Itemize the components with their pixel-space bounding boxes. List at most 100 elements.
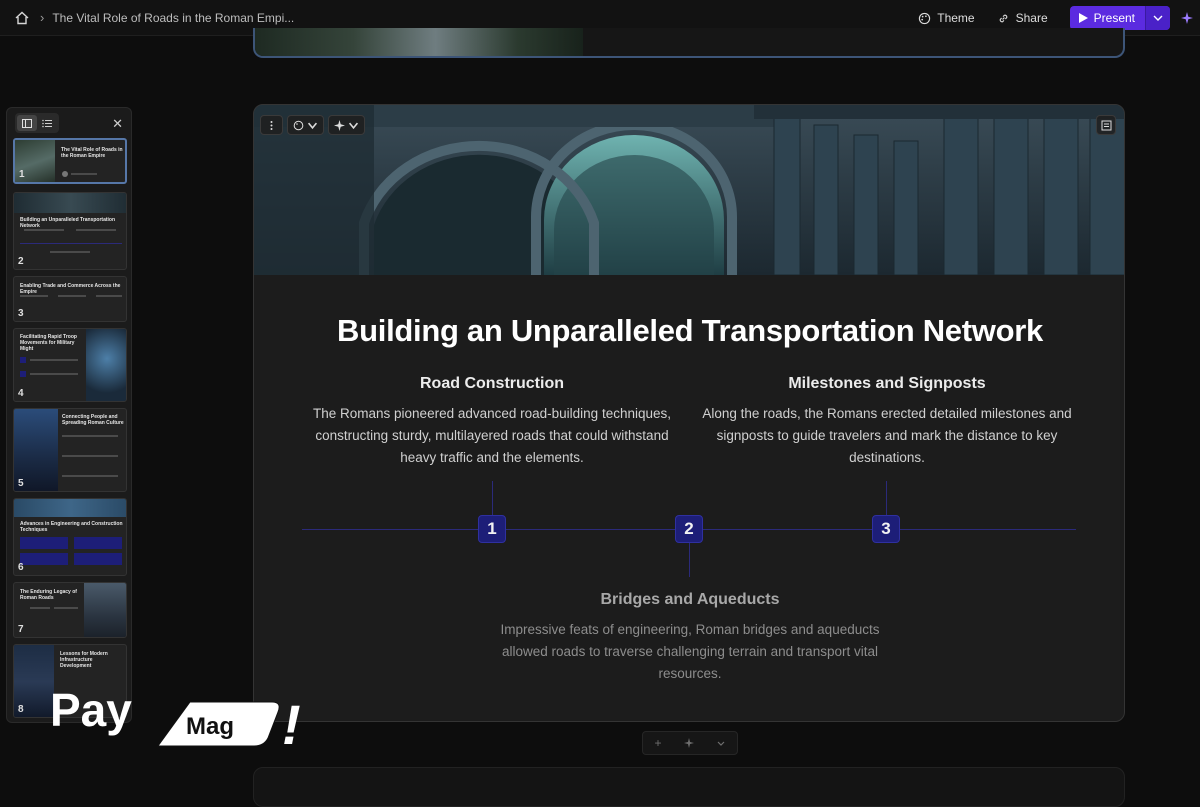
theme-label: Theme	[937, 11, 975, 25]
milestones-heading[interactable]: Milestones and Signposts	[697, 375, 1077, 393]
thumbnail-title: Advances in Engineering and Construction…	[20, 521, 123, 533]
timeline-node-2[interactable]: 2	[675, 515, 703, 543]
present-label: Present	[1093, 11, 1135, 25]
slide-hero-image	[254, 105, 1124, 275]
thumbnail-box	[20, 537, 68, 549]
thumbnail-text-line	[96, 295, 122, 297]
roman-arches-illustration	[254, 105, 1124, 275]
thumbnail-number: 2	[18, 256, 24, 267]
thumbnail-text-line	[62, 475, 118, 477]
thumbnail-number: 8	[18, 704, 24, 715]
logo-exclamation: !	[282, 693, 301, 752]
paymag-logo: Pay Mag !	[50, 684, 301, 756]
present-options-button[interactable]	[1146, 6, 1170, 30]
thumbnail-view-button[interactable]	[17, 115, 37, 131]
next-slide-card[interactable]	[253, 767, 1125, 807]
thumbnail-image	[84, 583, 126, 637]
ai-sparkle-button[interactable]	[1176, 7, 1198, 29]
slide-toolbar	[260, 115, 365, 135]
slide-thumbnail-1[interactable]: The Vital Role of Roads in the Roman Emp…	[13, 138, 127, 184]
slide-thumbnail-3[interactable]: Enabling Trade and Commerce Across the E…	[13, 276, 127, 322]
chevron-down-icon	[307, 122, 318, 129]
slide-thumbnail-2[interactable]: Building an Unparalleled Transportation …	[13, 192, 127, 270]
thumbnail-box	[20, 553, 68, 565]
thumbnail-text-line	[54, 607, 78, 609]
thumbnail-text-line	[24, 229, 64, 231]
close-icon[interactable]: ✕	[112, 116, 123, 132]
thumbnail-image	[86, 329, 126, 401]
timeline-stem	[492, 481, 493, 515]
link-icon	[999, 14, 1007, 22]
thumbnail-image	[14, 193, 126, 213]
thumbnail-title: The Vital Role of Roads in the Roman Emp…	[61, 147, 123, 159]
slide-thumbnail-5[interactable]: Connecting People and Spreading Roman Cu…	[13, 408, 127, 492]
thumbnail-number: 1	[19, 169, 25, 180]
thumbnail-number: 6	[18, 562, 24, 573]
thumbnail-number: 5	[18, 478, 24, 489]
thumbnail-title: The Enduring Legacy of Roman Roads	[20, 589, 77, 601]
thumbnail-number: 7	[18, 624, 24, 635]
palette-icon	[293, 120, 304, 130]
timeline-stem	[689, 543, 690, 577]
sparkle-icon[interactable]	[684, 738, 695, 748]
avatar	[62, 171, 68, 177]
thumbnail-node	[20, 357, 26, 363]
palette-icon	[919, 12, 931, 24]
ai-edit-button[interactable]	[328, 115, 365, 135]
slide-thumbnail-6[interactable]: Advances in Engineering and Construction…	[13, 498, 127, 576]
thumbnail-text-line	[62, 435, 118, 437]
share-label: Share	[1015, 11, 1048, 25]
bridges-heading[interactable]: Bridges and Aqueducts	[500, 591, 880, 609]
list-icon	[42, 119, 52, 127]
thumbnail-number: 4	[18, 388, 24, 399]
thumbnail-text-line	[76, 229, 116, 231]
breadcrumb-document-title[interactable]: The Vital Role of Roads in the Roman Emp…	[52, 11, 294, 25]
thumbnail-timeline	[20, 243, 122, 244]
speaker-notes-button[interactable]	[1096, 115, 1116, 135]
thumbnail-node	[20, 371, 26, 377]
logo-word-mag: Mag	[186, 713, 234, 740]
chevron-down-icon	[1153, 15, 1163, 21]
slide-outline-panel: ✕ The Vital Role of Roads in the Roman E…	[6, 107, 132, 723]
thumbnail-number: 3	[18, 308, 24, 319]
chevron-down-icon	[348, 122, 359, 129]
home-icon[interactable]	[14, 10, 30, 26]
slide-title[interactable]: Building an Unparalleled Transportation …	[254, 313, 1124, 349]
thumbnail-text-line	[71, 173, 97, 175]
timeline-node-3[interactable]: 3	[872, 515, 900, 543]
add-card-button[interactable]: +	[654, 736, 661, 750]
thumbnail-title: Lessons for Modern Infrastructure Develo…	[60, 651, 108, 669]
share-button[interactable]: Share	[997, 11, 1048, 25]
thumbnail-image	[14, 499, 126, 517]
thumbnail-title: Connecting People and Spreading Roman Cu…	[62, 414, 124, 426]
thumbnail-text-line	[62, 455, 118, 457]
timeline-node-1[interactable]: 1	[478, 515, 506, 543]
slide-card[interactable]: Building an Unparalleled Transportation …	[253, 104, 1125, 722]
card-style-button[interactable]	[287, 115, 324, 135]
theme-button[interactable]: Theme	[918, 11, 975, 25]
thumbnail-text-line	[30, 607, 50, 609]
road-construction-text[interactable]: The Romans pioneered advanced road-build…	[302, 403, 682, 469]
more-vertical-icon	[270, 120, 273, 130]
present-button-group: Present	[1069, 6, 1170, 30]
present-button[interactable]: Present	[1070, 6, 1145, 30]
logo-word-pay: Pay	[50, 684, 132, 736]
thumbnail-text-line	[50, 251, 90, 253]
previous-slide-card[interactable]	[253, 28, 1125, 58]
milestones-text[interactable]: Along the roads, the Romans erected deta…	[697, 403, 1077, 469]
road-construction-heading[interactable]: Road Construction	[302, 375, 682, 393]
chevron-down-icon[interactable]	[717, 741, 725, 746]
notes-icon	[1101, 120, 1111, 130]
sparkle-icon	[1181, 12, 1193, 24]
slide-menu-button[interactable]	[260, 115, 283, 135]
thumbnail-text-line	[20, 295, 48, 297]
thumbnail-box	[74, 537, 122, 549]
previous-slide-image	[255, 28, 583, 56]
thumbnail-title: Enabling Trade and Commerce Across the E…	[20, 283, 121, 295]
thumbnail-title: Building an Unparalleled Transportation …	[20, 217, 116, 229]
play-icon	[1078, 13, 1088, 23]
slide-thumbnail-4[interactable]: Facilitating Rapid Troop Movements for M…	[13, 328, 127, 402]
bridges-text[interactable]: Impressive feats of engineering, Roman b…	[490, 619, 890, 685]
list-view-button[interactable]	[37, 115, 57, 131]
slide-thumbnail-7[interactable]: The Enduring Legacy of Roman Roads 7	[13, 582, 127, 638]
